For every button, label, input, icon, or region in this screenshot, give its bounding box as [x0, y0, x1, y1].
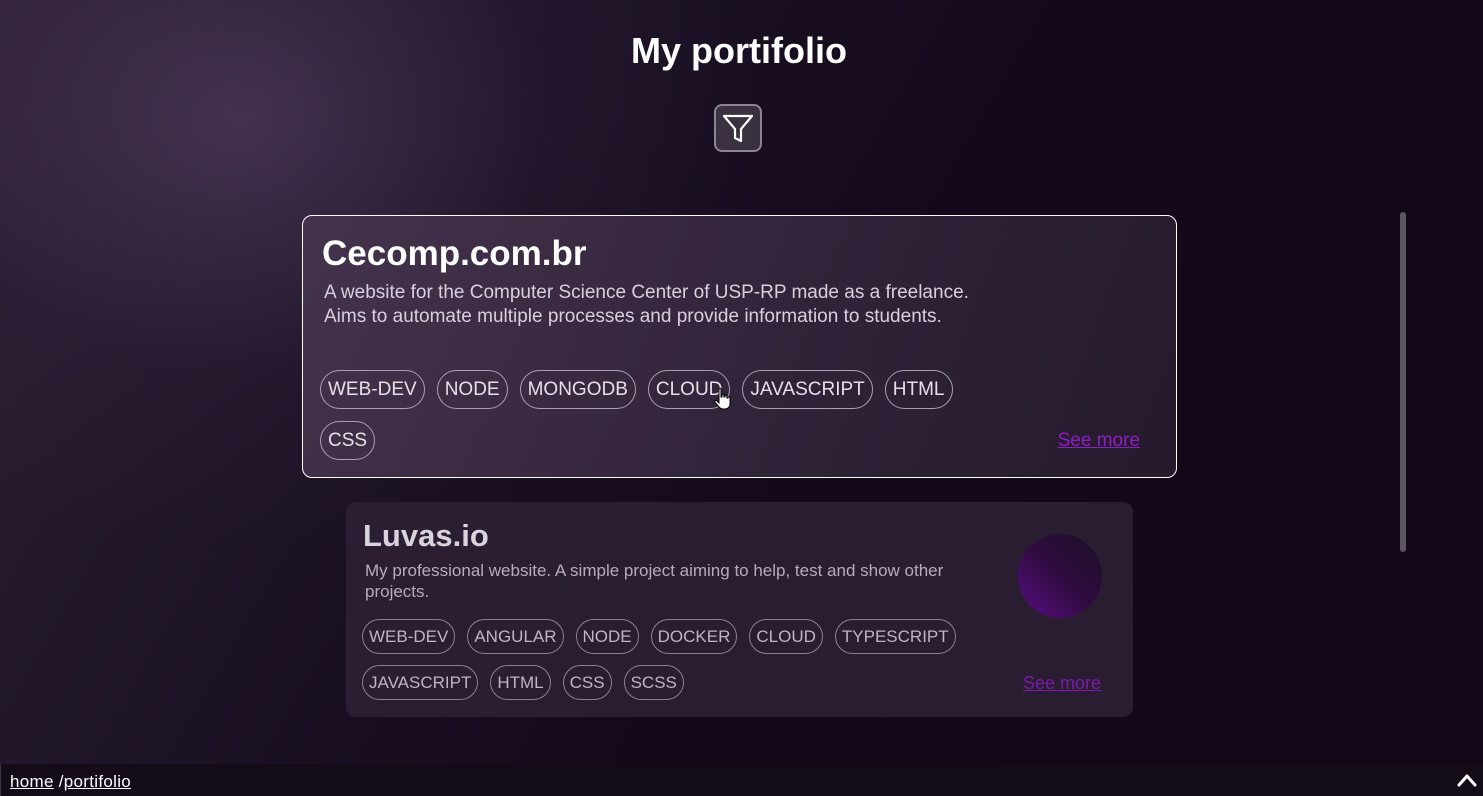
tag-html[interactable]: HTML	[490, 665, 551, 700]
tag-typescript[interactable]: TYPESCRIPT	[834, 619, 956, 654]
project-image	[1018, 534, 1102, 618]
project-card-cecomp[interactable]: Cecomp.com.br A website for the Computer…	[302, 215, 1177, 478]
breadcrumb: home /portifolio	[10, 772, 131, 792]
breadcrumb-current-link[interactable]: portifolio	[64, 772, 131, 791]
project-title: Luvas.io	[363, 518, 489, 553]
chevron-up-icon[interactable]	[1456, 771, 1478, 789]
tag-mongodb[interactable]: MONGODB	[519, 370, 636, 409]
tag-docker[interactable]: DOCKER	[650, 619, 738, 654]
project-title: Cecomp.com.br	[322, 234, 587, 273]
filter-icon	[722, 114, 754, 143]
tag-node[interactable]: NODE	[575, 619, 639, 654]
tag-javascript[interactable]: JAVASCRIPT	[362, 665, 479, 700]
tag-javascript[interactable]: JAVASCRIPT	[742, 370, 873, 409]
project-description: A website for the Computer Science Cente…	[324, 282, 969, 327]
tag-list: WEB-DEV ANGULAR NODE DOCKER CLOUD TYPESC…	[362, 619, 972, 700]
tag-node[interactable]: NODE	[436, 370, 508, 409]
tag-scss[interactable]: SCSS	[623, 665, 684, 700]
tag-cloud[interactable]: CLOUD	[749, 619, 823, 654]
tag-html[interactable]: HTML	[884, 370, 953, 409]
filter-button[interactable]	[714, 104, 762, 152]
project-description: My professional website. A simple projec…	[365, 561, 944, 601]
tag-web-dev[interactable]: WEB-DEV	[362, 619, 456, 654]
tag-web-dev[interactable]: WEB-DEV	[320, 370, 425, 409]
tag-list: WEB-DEV NODE MONGODB CLOUD JAVASCRIPT HT…	[320, 370, 980, 460]
tag-css[interactable]: CSS	[320, 421, 376, 460]
see-more-link[interactable]: See more	[1058, 430, 1140, 452]
project-card-luvas[interactable]: Luvas.io My professional website. A simp…	[346, 502, 1133, 717]
tag-css[interactable]: CSS	[562, 665, 612, 700]
breadcrumb-home-link[interactable]: home	[10, 772, 54, 791]
hand-cursor-icon	[714, 387, 731, 410]
tag-angular[interactable]: ANGULAR	[467, 619, 564, 654]
footer-bar: home /portifolio	[0, 764, 1483, 796]
page-title: My portifolio	[631, 30, 847, 71]
see-more-link[interactable]: See more	[1023, 673, 1101, 694]
scrollbar-thumb[interactable]	[1400, 212, 1406, 552]
